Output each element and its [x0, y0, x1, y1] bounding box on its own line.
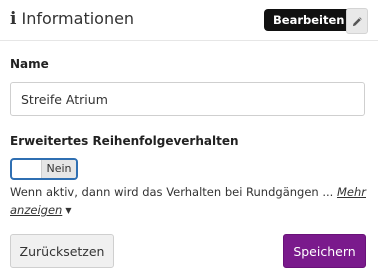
panel-header: i Informationen Bearbeiten: [0, 0, 378, 40]
edit-button[interactable]: [346, 8, 368, 34]
order-behavior-label: Erweitertes Reihenfolgeverhalten: [10, 134, 239, 148]
toggle-state-label: Nein: [41, 160, 76, 178]
caret-down-icon: ▼: [65, 206, 72, 215]
info-icon: i: [10, 9, 17, 29]
order-behavior-description: Wenn aktiv, dann wird das Verhalten bei …: [10, 183, 372, 220]
name-label: Name: [10, 57, 49, 71]
description-text: Wenn aktiv, dann wird das Verhalten bei …: [10, 185, 334, 199]
order-behavior-toggle[interactable]: Nein: [10, 158, 78, 180]
pencil-icon: [352, 12, 363, 31]
save-button[interactable]: Speichern: [283, 234, 366, 268]
header-divider: [0, 40, 378, 41]
panel-title-wrap: i Informationen: [10, 9, 134, 29]
panel-title: Informationen: [21, 9, 135, 28]
edit-tooltip: Bearbeiten: [264, 9, 360, 31]
reset-button[interactable]: Zurücksetzen: [10, 234, 114, 268]
information-panel: i Informationen Bearbeiten Name Erweiter…: [0, 0, 378, 278]
name-input[interactable]: [10, 82, 365, 116]
